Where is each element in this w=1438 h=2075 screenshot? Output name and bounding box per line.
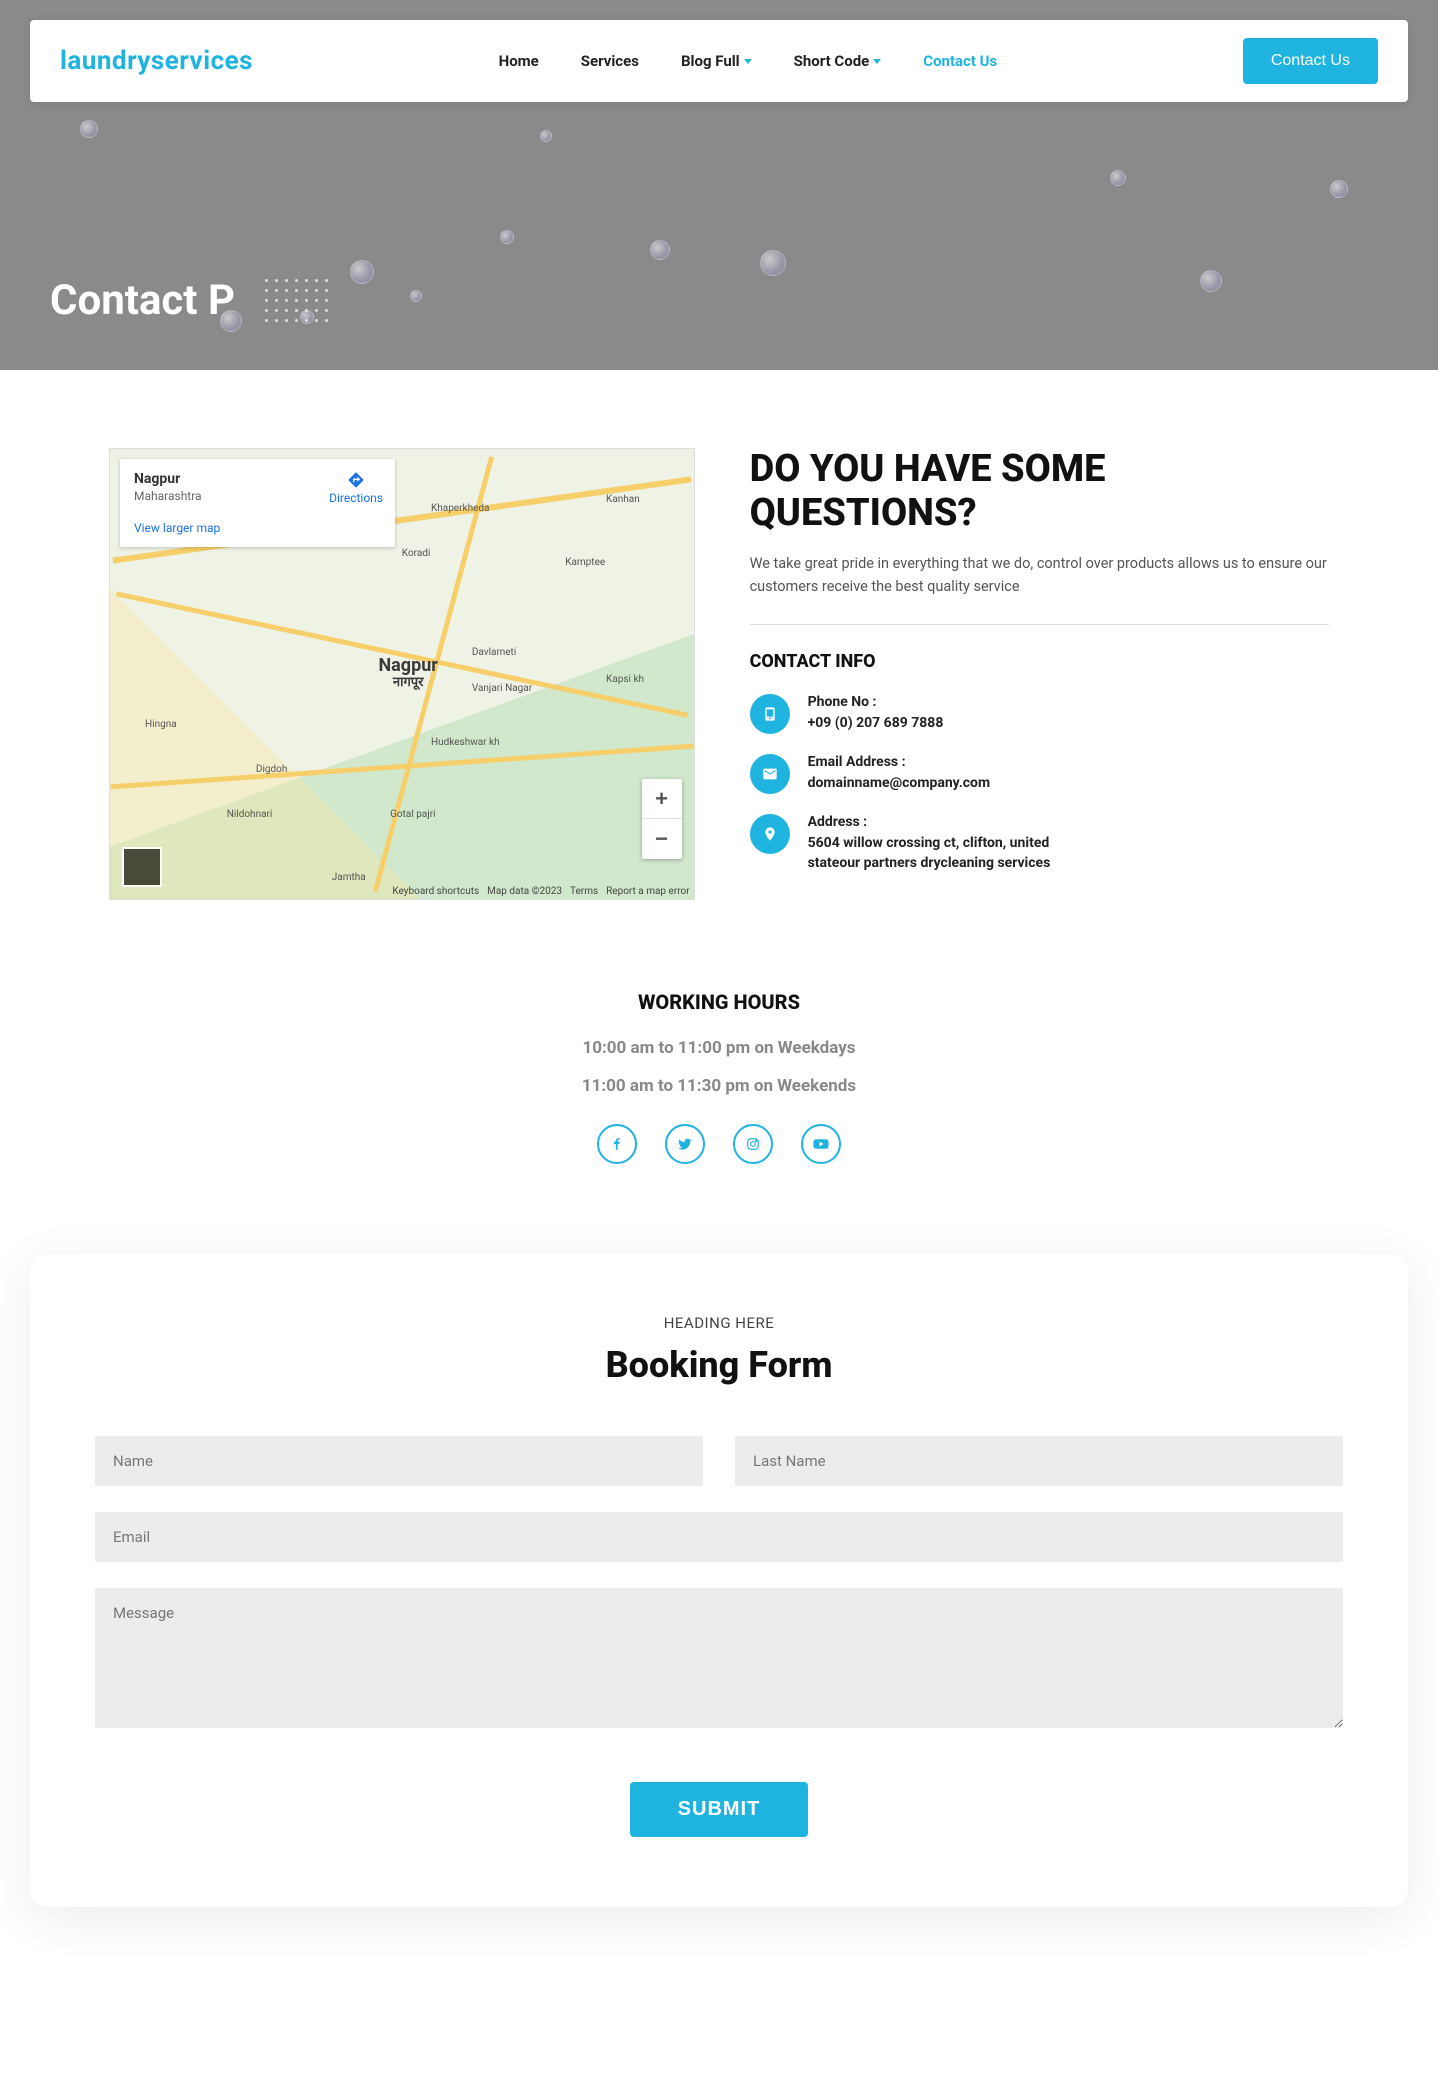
map-data-text: Map data ©2023 [487,886,562,897]
facebook-link[interactable] [597,1124,637,1164]
youtube-icon [813,1136,829,1152]
page-title: Contact P [50,276,235,325]
map-place-label: Digdoh [256,764,287,775]
map-place-label: Jamtha [332,872,366,883]
map-place-label: Gotal pajri [390,809,435,820]
phone-value: +09 (0) 207 689 7888 [808,714,944,734]
twitter-link[interactable] [665,1124,705,1164]
chevron-down-icon [744,59,752,64]
map-info-card: Nagpur Maharashtra Directions View large… [120,459,395,547]
weekend-hours: 11:00 am to 11:30 pm on Weekends [109,1076,1329,1096]
view-larger-map-link[interactable]: View larger map [134,521,381,535]
directions-icon [347,471,365,489]
nav-services[interactable]: Services [581,52,639,70]
nav-label: Services [581,52,639,70]
youtube-link[interactable] [801,1124,841,1164]
map-place-label: Nildohnari [227,809,273,820]
zoom-out-button[interactable]: − [642,819,682,859]
phone-label: Phone No : [808,694,944,710]
phone-icon [750,694,790,734]
map-place-label: Kapsi kh [606,674,644,685]
brand-logo[interactable]: laundryservices [60,46,253,76]
map-embed[interactable]: Dhapewada Khaperkheda Koradi Kamptee Kan… [109,448,695,900]
map-place-label: Davlameti [472,647,516,658]
working-hours-title: WORKING HOURS [109,990,1329,1014]
submit-button[interactable]: SUBMIT [630,1782,809,1837]
map-satellite-toggle[interactable] [122,847,162,887]
instagram-link[interactable] [733,1124,773,1164]
directions-link[interactable]: Directions [329,471,383,505]
contact-us-button[interactable]: Contact Us [1243,38,1378,84]
map-center-sub: नागपूर [378,676,437,690]
nav-label: Blog Full [681,52,740,70]
address-value: 5604 willow crossing ct, clifton, united… [808,834,1098,873]
map-place-label: Hudkeshwar kh [431,737,500,748]
address-info: Address : 5604 willow crossing ct, clift… [750,814,1329,873]
map-report-link[interactable]: Report a map error [606,886,689,897]
lastname-input[interactable] [735,1436,1343,1486]
form-eyebrow: HEADING HERE [95,1314,1343,1332]
weekday-hours: 10:00 am to 11:00 pm on Weekdays [109,1038,1329,1058]
map-place-label: Vanjari Nagar [472,683,532,694]
nav-short-code[interactable]: Short Code [794,52,882,70]
email-input[interactable] [95,1512,1343,1562]
map-shortcuts-link[interactable]: Keyboard shortcuts [392,886,479,897]
chevron-down-icon [873,59,881,64]
map-pin-icon [750,814,790,854]
name-input[interactable] [95,1436,703,1486]
twitter-icon [678,1137,692,1151]
map-place-label: Kanhan [606,494,640,505]
hero-banner: laundryservices Home Services Blog Full … [0,0,1438,370]
map-center-label: Nagpur नागपूर [378,656,437,690]
envelope-icon [750,754,790,794]
nav-contact-us[interactable]: Contact Us [923,52,997,70]
map-place-label: Khaperkheda [431,503,490,514]
email-info: Email Address : domainname@company.com [750,754,1329,794]
nav-label: Short Code [794,52,870,70]
nav-label: Contact Us [923,52,997,70]
message-input[interactable] [95,1588,1343,1728]
navbar: laundryservices Home Services Blog Full … [30,20,1408,102]
email-value: domainname@company.com [808,774,991,794]
questions-heading: DO YOU HAVE SOME QUESTIONS? [750,448,1329,535]
map-place-label: Koradi [402,548,431,559]
questions-desc: We take great pride in everything that w… [750,553,1329,625]
map-terms-link[interactable]: Terms [570,886,598,897]
decorative-dots [265,279,329,323]
facebook-icon [610,1137,624,1151]
map-place-label: Hingna [145,719,177,730]
map-center-text: Nagpur [378,655,437,676]
map-zoom-controls: + − [642,779,682,859]
map-place-label: Kamptee [565,557,605,568]
email-label: Email Address : [808,754,991,770]
directions-label: Directions [329,491,383,505]
address-label: Address : [808,814,1098,830]
form-title: Booking Form [95,1344,1343,1386]
map-attribution: Keyboard shortcuts Map data ©2023 Terms … [392,886,689,897]
nav-home[interactable]: Home [499,52,539,70]
nav-blog-full[interactable]: Blog Full [681,52,752,70]
phone-info: Phone No : +09 (0) 207 689 7888 [750,694,1329,734]
nav-label: Home [499,52,539,70]
zoom-in-button[interactable]: + [642,779,682,819]
nav-links: Home Services Blog Full Short Code Conta… [499,52,998,70]
booking-form-card: HEADING HERE Booking Form SUBMIT [30,1254,1408,1907]
instagram-icon [746,1137,760,1151]
contact-info-heading: CONTACT INFO [750,651,1329,672]
